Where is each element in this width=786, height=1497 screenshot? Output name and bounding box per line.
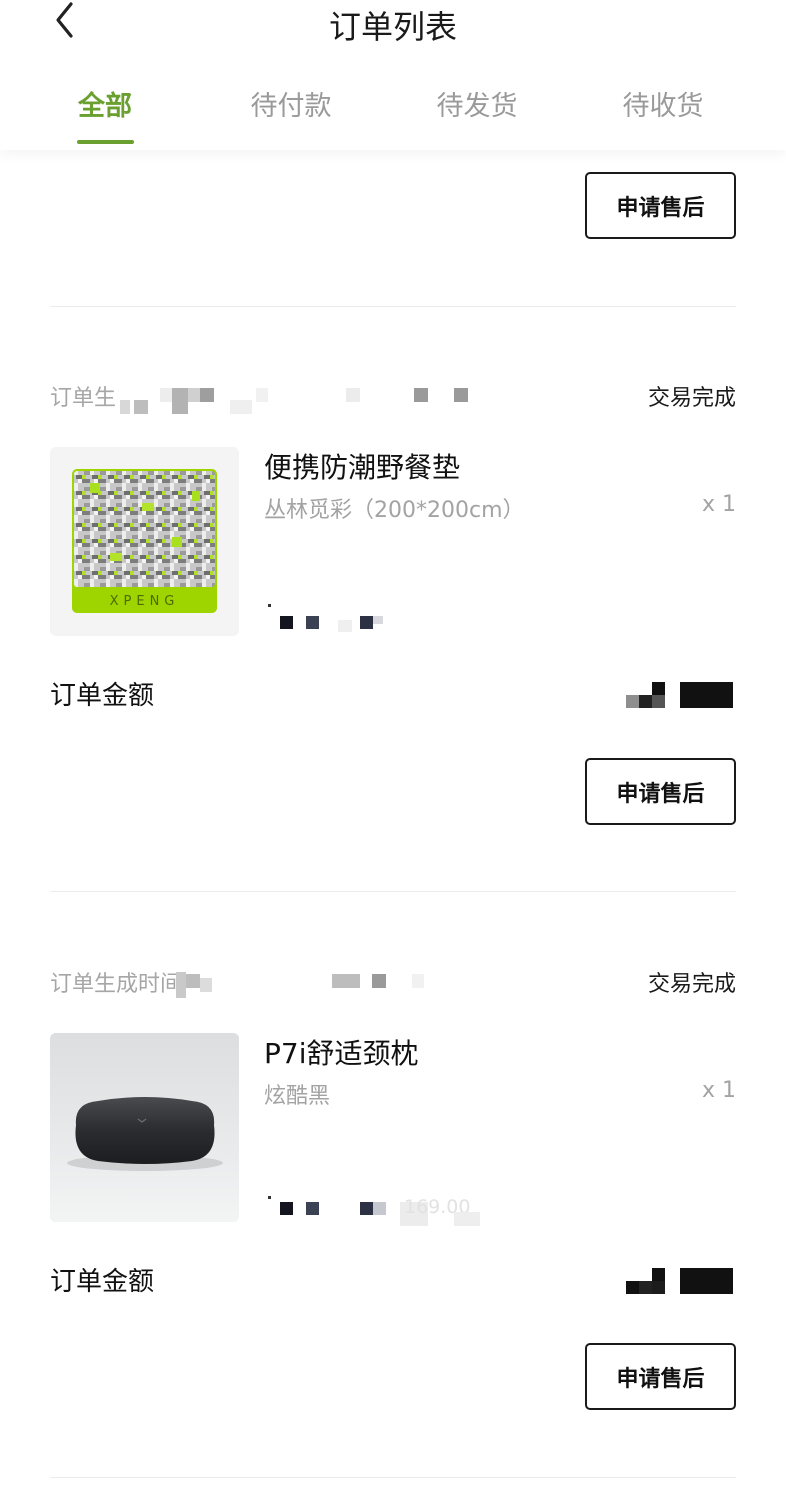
product-quantity: x 1 xyxy=(701,492,736,517)
order-created-time-label: 订单生 xyxy=(50,386,117,411)
product-variant: 丛林觅彩（200*200cm） xyxy=(264,498,525,523)
order-amount-label: 订单金额 xyxy=(50,681,155,711)
tab-pending-receipt[interactable]: 待收货 xyxy=(593,84,733,123)
redacted-order-time xyxy=(176,972,436,1002)
product-image-picnic-mat[interactable]: XPENG xyxy=(50,447,239,636)
order-divider xyxy=(50,1477,736,1478)
top-navigation-bar: 订单列表 全部 待付款 待发货 待收货 xyxy=(0,0,786,150)
order-divider xyxy=(50,891,736,892)
page-title: 订单列表 xyxy=(328,8,457,46)
redacted-unit-price: 169.00 xyxy=(268,1196,488,1228)
order-status: 交易完成 xyxy=(647,972,736,997)
order-status: 交易完成 xyxy=(647,386,736,411)
picnic-mat-image: XPENG xyxy=(50,447,239,636)
redacted-unit-price xyxy=(268,604,388,632)
order-status-tabs: 全部 待付款 待发货 待收货 xyxy=(0,84,786,144)
order-divider xyxy=(50,306,736,307)
tab-all[interactable]: 全部 xyxy=(35,84,175,123)
order-created-time-label: 订单生成时间 xyxy=(50,972,183,997)
after-sale-button[interactable]: 申请售后 xyxy=(585,172,736,239)
after-sale-button[interactable]: 申请售后 xyxy=(585,758,736,825)
after-sale-button[interactable]: 申请售后 xyxy=(585,1343,736,1410)
redacted-order-time xyxy=(120,386,480,416)
product-image-neck-pillow[interactable] xyxy=(50,1033,239,1222)
tab-pending-payment[interactable]: 待付款 xyxy=(221,84,361,123)
product-name[interactable]: 便携防潮野餐垫 xyxy=(264,446,460,486)
order-list-page: 订单列表 全部 待付款 待发货 待收货 申请售后 订单生 交易完成 XPENG … xyxy=(0,0,786,1497)
redacted-order-amount xyxy=(626,1268,736,1296)
active-tab-indicator xyxy=(77,140,134,144)
neck-pillow-image xyxy=(50,1033,239,1222)
product-quantity: x 1 xyxy=(701,1078,736,1103)
redacted-order-amount xyxy=(626,682,736,710)
tab-pending-shipment[interactable]: 待发货 xyxy=(407,84,547,123)
order-amount-label: 订单金额 xyxy=(50,1267,155,1297)
product-variant: 炫酷黑 xyxy=(264,1084,331,1109)
xpeng-logo: XPENG xyxy=(110,594,180,609)
product-name[interactable]: P7i舒适颈枕 xyxy=(264,1032,418,1072)
